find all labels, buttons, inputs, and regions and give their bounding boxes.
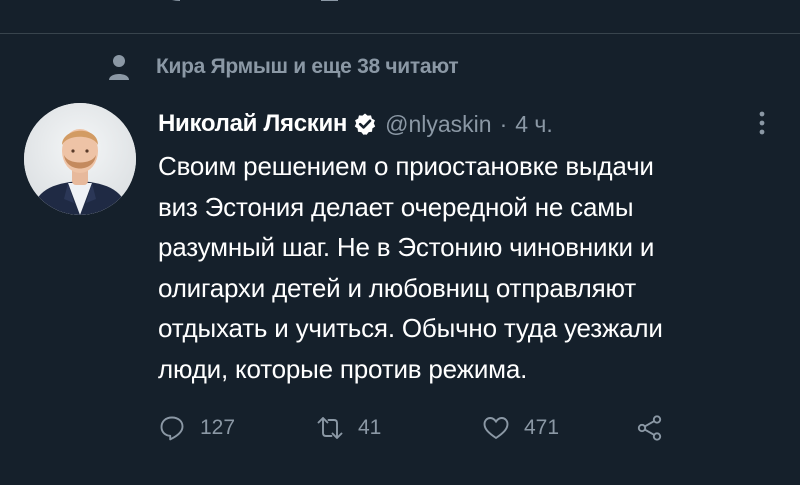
reply-button[interactable]: 127 xyxy=(158,410,235,446)
tweet-text-line: разумный шаг. Не в Эстонию чиновники и xyxy=(158,232,655,262)
share-icon[interactable] xyxy=(648,0,676,10)
reply-icon[interactable] xyxy=(158,0,186,10)
social-context[interactable]: Кира Ярмыш и еще 38 читают xyxy=(108,52,459,82)
avatar-image xyxy=(24,103,136,215)
person-icon xyxy=(109,55,129,80)
tweet-text-line: отдыхать и учиться. Обычно туда уезжали xyxy=(158,313,663,343)
share-button[interactable] xyxy=(636,410,664,446)
tweet-header: Николай Ляскин @nlyaskin · 4 ч. xyxy=(158,108,553,140)
previous-tweet-actions xyxy=(0,0,800,10)
reply-count: 127 xyxy=(200,416,236,439)
share-icon xyxy=(637,415,662,441)
like-icon[interactable] xyxy=(484,0,512,10)
retweet-button[interactable]: 41 xyxy=(316,410,381,446)
tweet-actions: 127 41 471 xyxy=(158,410,778,446)
header-separator: · xyxy=(499,110,508,137)
tweet-divider xyxy=(0,33,800,34)
tweet-text-line: виз Эстония делает очередной не самы xyxy=(158,191,634,222)
tweet-text: Своим решением о приостановке выдачи виз… xyxy=(158,146,778,389)
like-count: 471 xyxy=(524,416,560,439)
retweet-count: 41 xyxy=(358,416,382,439)
more-options-icon[interactable] xyxy=(752,110,772,136)
verified-badge-icon xyxy=(354,113,376,135)
tweet-text-line: Своим решением о приостановке выдачи xyxy=(158,151,654,181)
social-context-text: Кира Ярмыш и еще 38 читают xyxy=(156,55,459,78)
author-name[interactable]: Николай Ляскин xyxy=(158,110,347,138)
retweet-icon xyxy=(317,417,343,439)
tweet-timestamp[interactable]: 4 ч. xyxy=(515,111,553,138)
tweet-text-line: люди, которые против режима. xyxy=(158,353,528,384)
author-handle[interactable]: @nlyaskin xyxy=(385,111,491,138)
like-button[interactable]: 471 xyxy=(482,410,559,446)
tweet-text-line: олигархи детей и любовниц отправляют xyxy=(158,272,636,303)
reply-icon xyxy=(160,416,184,441)
avatar[interactable] xyxy=(24,103,136,215)
retweet-icon[interactable] xyxy=(318,0,350,10)
heart-icon xyxy=(483,417,509,439)
